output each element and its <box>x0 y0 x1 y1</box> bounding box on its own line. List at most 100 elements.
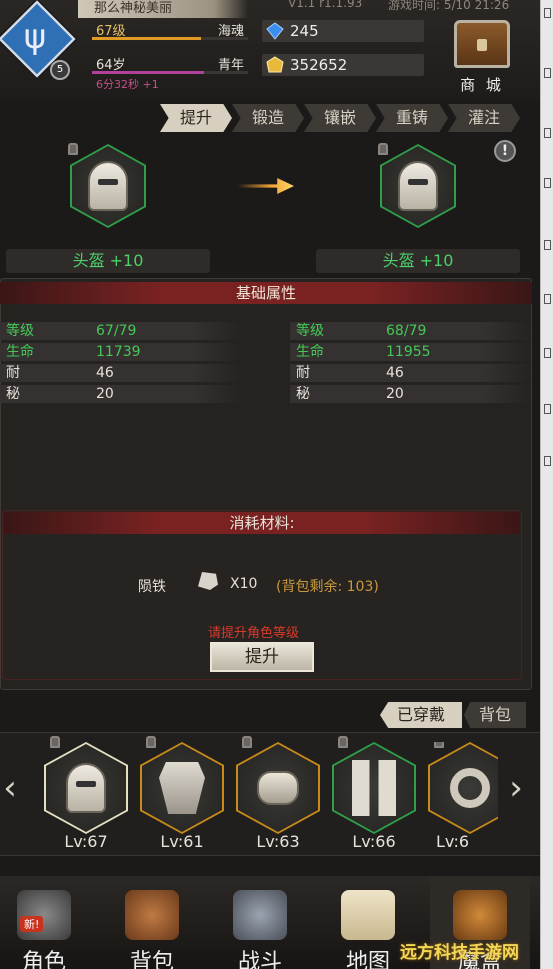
equipment-item[interactable]: Lv:6 <box>428 742 498 854</box>
strip-mark <box>544 240 551 250</box>
stat-row: 等级 68/79 <box>290 322 532 340</box>
ring-icon <box>450 768 490 808</box>
next-item-slot[interactable] <box>380 144 456 228</box>
item-level: Lv:67 <box>64 832 108 851</box>
scroll-map-icon <box>341 890 395 940</box>
stat-value: 11739 <box>96 344 141 360</box>
tab-infuse[interactable]: 灌注 <box>448 104 520 132</box>
stat-row: 秘 20 <box>290 385 532 403</box>
item-frame-inner <box>46 744 126 832</box>
item-frame <box>236 742 320 834</box>
nav-label: 角色 <box>21 950 66 969</box>
tab-equipped[interactable]: 已穿戴 <box>380 702 462 728</box>
age-row: 64岁 青年 <box>92 54 248 74</box>
material-remaining: (背包剩余: 103) <box>276 579 379 595</box>
stat-value: 68/79 <box>386 323 427 339</box>
stat-row: 生命 11739 <box>0 343 242 361</box>
stat-key: 秘 <box>6 386 20 402</box>
upgrade-arrow-icon <box>238 178 294 194</box>
item-frame <box>140 742 224 834</box>
magic-box-icon <box>453 890 507 940</box>
stat-key: 生命 <box>6 344 34 360</box>
item-frame-inner <box>142 744 222 832</box>
gem-count: 245 <box>290 22 319 40</box>
nav-label: 背包 <box>129 950 174 969</box>
nav-label: 战斗 <box>237 950 282 969</box>
sword-shield-icon <box>233 890 287 940</box>
lock-icon <box>68 143 78 155</box>
age-progress-fill <box>92 71 205 74</box>
stat-value: 11955 <box>386 344 431 360</box>
item-level: Lv:61 <box>160 832 204 851</box>
strip-mark <box>544 348 551 358</box>
stat-row: 秘 20 <box>0 385 242 403</box>
side-strip <box>540 0 553 969</box>
version-text: V1.1 r1.1.93 <box>288 0 363 10</box>
emblem-badge: 5 <box>50 60 70 80</box>
nav-battle[interactable]: 战斗 <box>210 876 310 969</box>
item-frame-inner <box>72 146 144 226</box>
boots-icon <box>352 760 396 816</box>
helmet-icon <box>398 161 438 211</box>
tab-inlay[interactable]: 镶嵌 <box>304 104 376 132</box>
item-level: Lv:66 <box>352 832 396 851</box>
trident-icon: ψ <box>23 17 47 57</box>
strip-mark <box>544 8 551 18</box>
item-frame-inner <box>238 744 318 832</box>
strip-mark <box>544 456 551 466</box>
material-name: 陨铁 <box>138 579 166 595</box>
current-item-name: 头盔 +10 <box>6 249 210 273</box>
stat-key: 等级 <box>6 323 34 339</box>
game-screen: ψ 5 那么神秘美丽 67级 海魂 64岁 青年 6分32秒 +1 V1.1 r… <box>0 0 540 969</box>
blue-gem-icon <box>266 22 284 40</box>
tab-bag[interactable]: 背包 <box>464 702 526 728</box>
tab-upgrade[interactable]: 提升 <box>160 104 232 132</box>
game-time: 游戏时间: 5/10 21:26 <box>388 0 510 12</box>
gold-gem-icon <box>266 56 284 73</box>
item-list: Lv:67 Lv:61 Lv:63 Lv:66 Lv:6 <box>0 732 540 856</box>
equipment-item[interactable]: Lv:61 <box>140 736 224 854</box>
inventory-tabs: 已穿戴 背包 <box>380 702 530 728</box>
forge-tabs: 提升 锻造 镶嵌 重铸 灌注 <box>160 104 520 132</box>
tab-recast[interactable]: 重铸 <box>376 104 448 132</box>
watermark: 远方科技手游网 <box>400 943 519 963</box>
stat-row: 等级 67/79 <box>0 322 242 340</box>
equipment-item[interactable]: Lv:63 <box>236 736 320 854</box>
helmet-icon <box>66 763 106 813</box>
material-qty: X10 <box>230 576 258 592</box>
viking-helmet-icon <box>17 890 71 940</box>
item-frame-inner <box>430 744 498 832</box>
item-frame-inner <box>334 744 414 832</box>
current-item-slot[interactable] <box>70 144 146 228</box>
nav-character[interactable]: 新! 角色 <box>0 876 94 969</box>
armor-icon <box>159 762 205 814</box>
equipment-item[interactable]: Lv:66 <box>332 736 416 854</box>
next-item-name: 头盔 +10 <box>316 249 520 273</box>
nav-backpack[interactable]: 背包 <box>102 876 202 969</box>
lock-icon <box>146 736 156 748</box>
shop-button[interactable]: 商 城 <box>450 20 514 96</box>
stat-key: 耐 <box>296 365 310 381</box>
lock-icon <box>434 742 444 748</box>
lock-icon <box>50 736 60 748</box>
lock-icon <box>338 736 348 748</box>
strip-mark <box>544 178 551 188</box>
backpack-icon <box>125 890 179 940</box>
equipment-item[interactable]: Lv:67 <box>44 736 128 854</box>
treasure-chest-icon <box>454 20 510 68</box>
helmet-icon <box>88 161 128 211</box>
lock-icon <box>242 736 252 748</box>
stat-row: 耐 46 <box>290 364 532 382</box>
warning-icon[interactable]: ! <box>494 140 516 162</box>
gold-counter[interactable]: 352652 <box>262 54 424 76</box>
tab-forge[interactable]: 锻造 <box>232 104 304 132</box>
stat-row: 耐 46 <box>0 364 242 382</box>
player-name: 那么神秘美丽 <box>78 0 248 18</box>
stat-key: 等级 <box>296 323 324 339</box>
stat-row: 生命 11955 <box>290 343 532 361</box>
upgrade-button[interactable]: 提升 <box>210 642 314 672</box>
stat-value: 67/79 <box>96 323 137 339</box>
gem-counter[interactable]: 245 <box>262 20 424 42</box>
stat-key: 生命 <box>296 344 324 360</box>
bracer-icon <box>257 771 299 805</box>
